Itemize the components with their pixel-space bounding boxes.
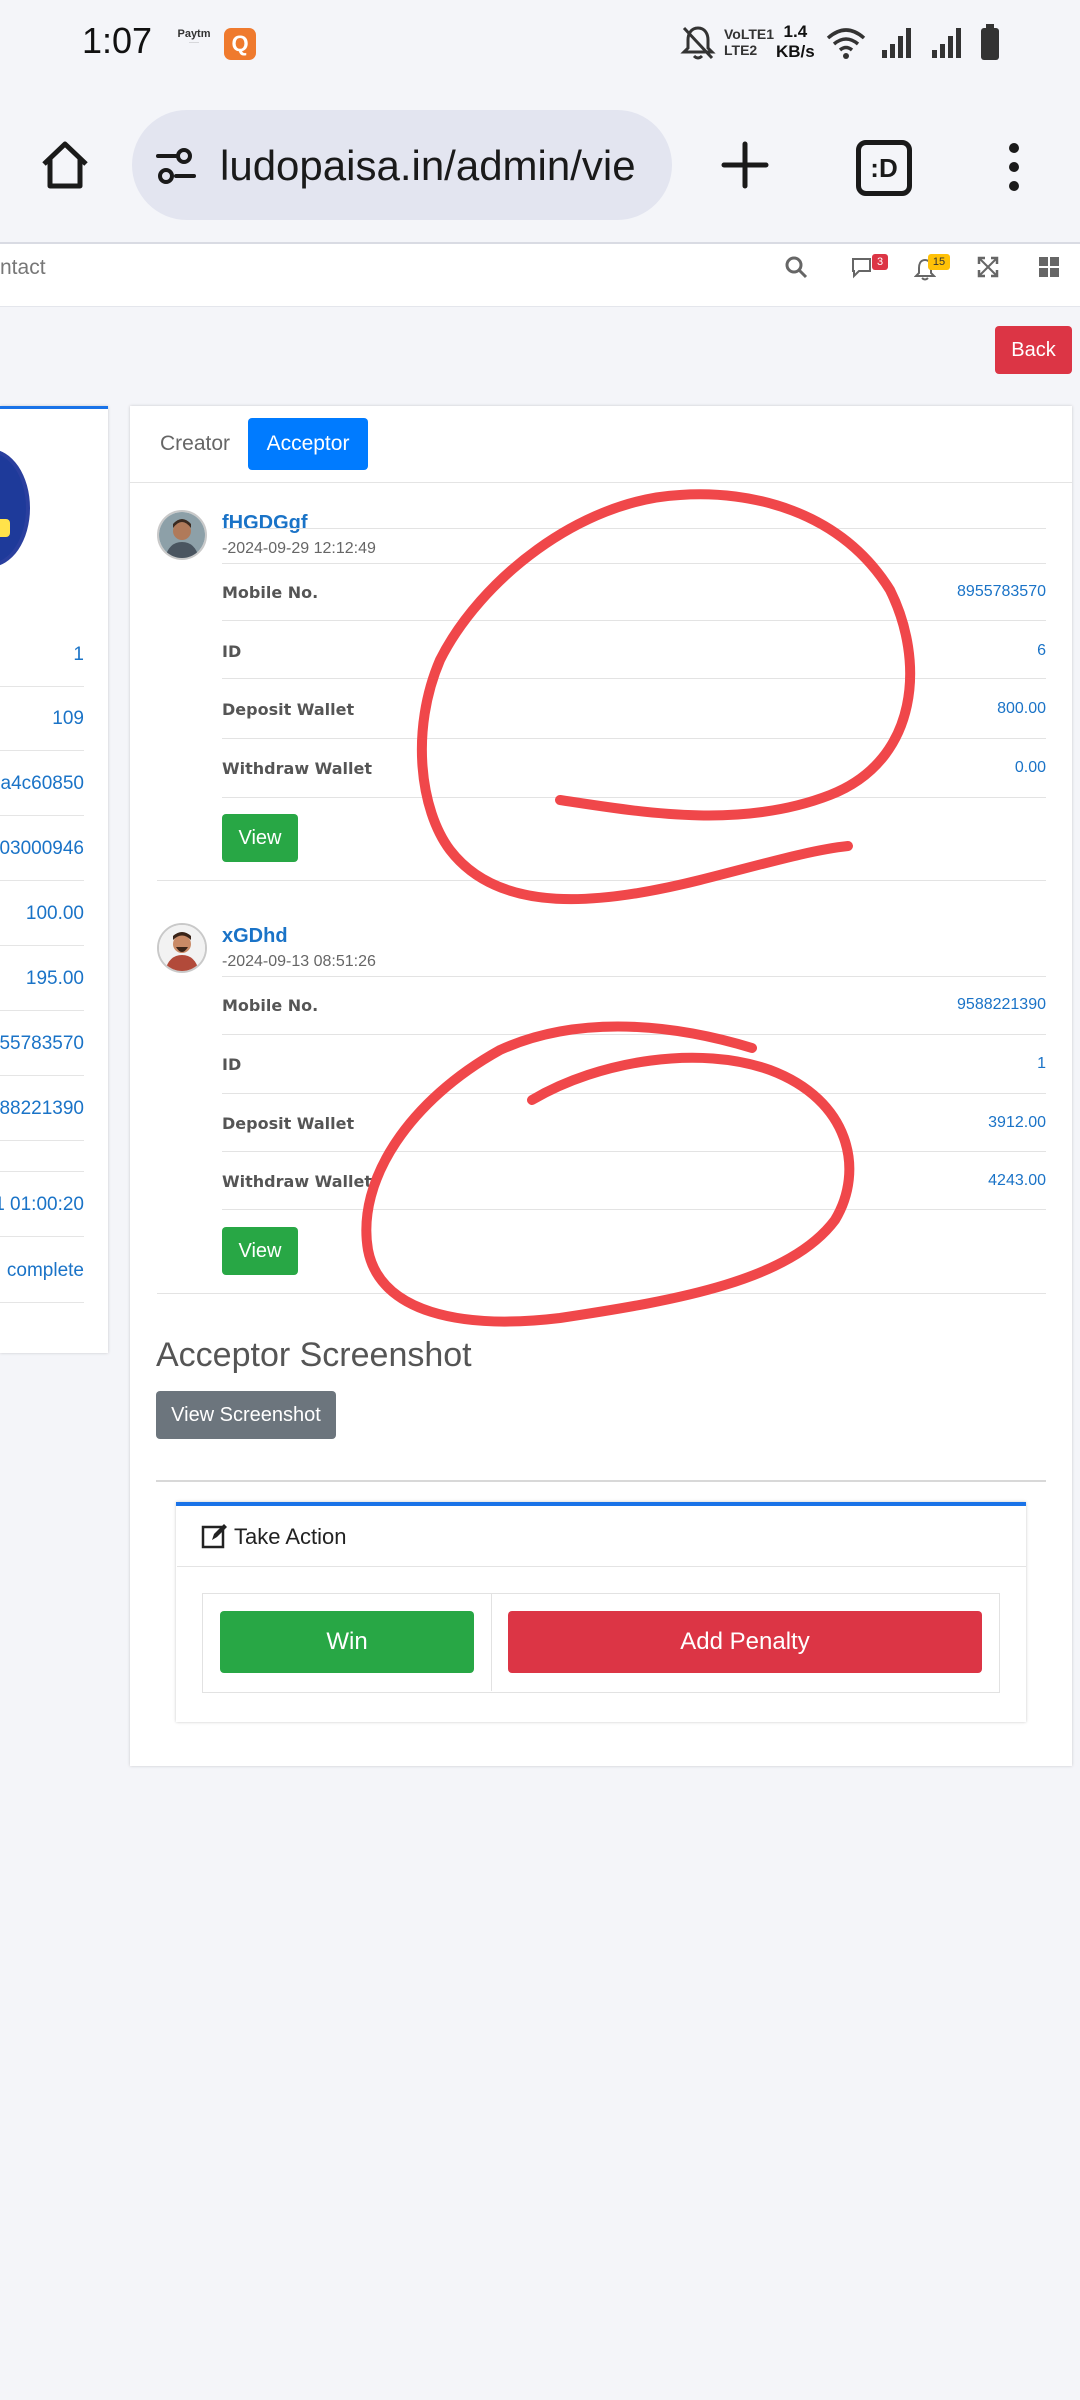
- annotation-scribbles: [361, 489, 916, 1327]
